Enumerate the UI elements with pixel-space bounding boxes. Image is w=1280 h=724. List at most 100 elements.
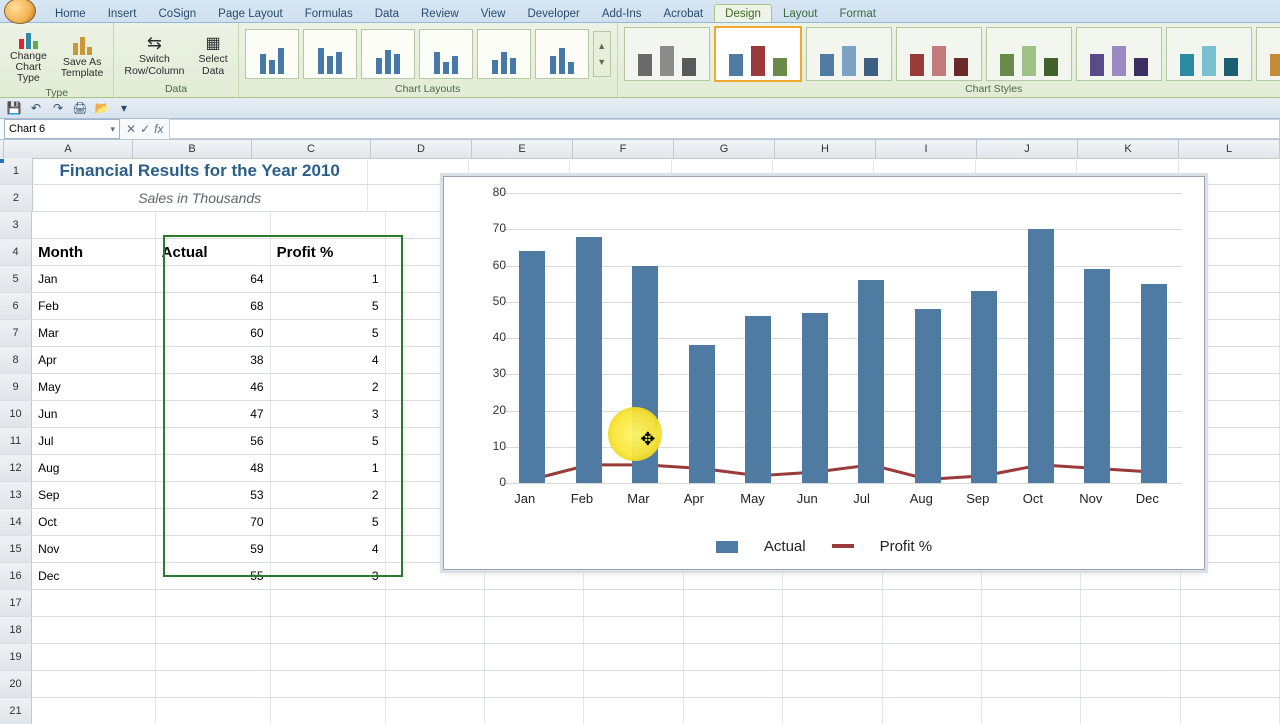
cell[interactable] <box>982 644 1081 670</box>
cell[interactable]: 5 <box>271 428 386 454</box>
cell[interactable] <box>783 644 882 670</box>
cell[interactable]: 1 <box>271 455 386 481</box>
tab-home[interactable]: Home <box>44 4 97 22</box>
column-header[interactable]: L <box>1179 140 1280 158</box>
cell[interactable] <box>883 644 982 670</box>
select-data-button[interactable]: ▦ SelectData <box>195 28 232 78</box>
cell[interactable]: 2 <box>271 482 386 508</box>
tab-view[interactable]: View <box>470 4 517 22</box>
chart-bar[interactable] <box>689 345 715 483</box>
cell[interactable] <box>271 617 386 643</box>
row-header[interactable]: 18 <box>0 617 32 643</box>
chart-bar[interactable] <box>915 309 941 483</box>
cell[interactable] <box>584 590 683 616</box>
chart-bar[interactable] <box>1141 284 1167 483</box>
cell[interactable] <box>883 617 982 643</box>
cell[interactable] <box>883 671 982 697</box>
row-header[interactable]: 17 <box>0 590 32 616</box>
column-header[interactable]: H <box>775 140 876 158</box>
chart-bar[interactable] <box>519 251 545 483</box>
cell[interactable]: 4 <box>271 347 386 373</box>
cell[interactable] <box>684 644 783 670</box>
chart-style-option[interactable] <box>1166 27 1252 81</box>
tab-review[interactable]: Review <box>410 4 470 22</box>
cell[interactable]: 48 <box>156 455 271 481</box>
cell[interactable]: 4 <box>271 536 386 562</box>
row-header[interactable]: 8 <box>0 347 32 373</box>
cell[interactable]: Aug <box>32 455 156 481</box>
chart-layout-option[interactable] <box>361 29 415 79</box>
cell[interactable] <box>1181 617 1280 643</box>
cell[interactable]: 47 <box>156 401 271 427</box>
chart-layout-option[interactable] <box>419 29 473 79</box>
row-header[interactable]: 6 <box>0 293 32 319</box>
cell[interactable] <box>1181 644 1280 670</box>
cell[interactable] <box>1081 644 1180 670</box>
enter-icon[interactable]: ✓ <box>140 122 150 136</box>
cell[interactable]: 64 <box>156 266 271 292</box>
tab-data[interactable]: Data <box>364 4 410 22</box>
row-header[interactable]: 7 <box>0 320 32 346</box>
tab-developer[interactable]: Developer <box>516 4 590 22</box>
cell[interactable] <box>1181 671 1280 697</box>
column-header[interactable]: K <box>1078 140 1179 158</box>
cell[interactable] <box>684 590 783 616</box>
tab-format[interactable]: Format <box>828 4 886 22</box>
column-header[interactable]: D <box>371 140 472 158</box>
cell[interactable] <box>271 644 386 670</box>
cell[interactable] <box>1081 698 1180 724</box>
column-header[interactable]: B <box>133 140 252 158</box>
cell[interactable]: 53 <box>156 482 271 508</box>
cell[interactable]: 60 <box>156 320 271 346</box>
row-header[interactable]: 9 <box>0 374 32 400</box>
row-header[interactable]: 11 <box>0 428 32 454</box>
name-box[interactable]: Chart 6▾ <box>4 119 120 139</box>
chart-style-option[interactable] <box>1076 27 1162 81</box>
qat-more-icon[interactable]: ▾ <box>116 100 132 116</box>
chart-style-option[interactable] <box>1256 27 1280 81</box>
cell[interactable]: Actual <box>156 239 271 265</box>
cell[interactable] <box>485 698 584 724</box>
switch-row-column-button[interactable]: ⇆ SwitchRow/Column <box>120 28 188 78</box>
cell[interactable]: Mar <box>32 320 156 346</box>
chart-layout-option[interactable] <box>303 29 357 79</box>
cell[interactable] <box>883 590 982 616</box>
cell[interactable] <box>783 590 882 616</box>
cell[interactable] <box>156 644 271 670</box>
cell[interactable] <box>684 671 783 697</box>
cell[interactable]: Nov <box>32 536 156 562</box>
print-preview-icon[interactable]: 🖨 <box>72 100 88 116</box>
office-button[interactable] <box>4 0 36 24</box>
column-header[interactable]: E <box>472 140 573 158</box>
cell[interactable]: 3 <box>271 401 386 427</box>
cell[interactable]: 59 <box>156 536 271 562</box>
cell[interactable] <box>156 617 271 643</box>
tab-acrobat[interactable]: Acrobat <box>653 4 715 22</box>
change-chart-type-button[interactable]: ChangeChart Type <box>6 25 51 86</box>
cell[interactable]: 68 <box>156 293 271 319</box>
column-header[interactable]: C <box>252 140 371 158</box>
cell[interactable] <box>156 698 271 724</box>
tab-layout[interactable]: Layout <box>772 4 829 22</box>
cell[interactable] <box>684 617 783 643</box>
chart-bar[interactable] <box>576 237 602 484</box>
cell[interactable]: Sep <box>32 482 156 508</box>
cell[interactable]: 56 <box>156 428 271 454</box>
cell[interactable] <box>982 698 1081 724</box>
cell[interactable]: Oct <box>32 509 156 535</box>
chart-legend[interactable]: Actual Profit % <box>444 538 1204 555</box>
cell[interactable]: Jun <box>32 401 156 427</box>
column-header[interactable]: J <box>977 140 1078 158</box>
chart-style-option[interactable] <box>896 27 982 81</box>
chart-layout-option[interactable] <box>535 29 589 79</box>
chart-bar[interactable] <box>971 291 997 483</box>
cell[interactable]: 3 <box>271 563 386 589</box>
cell[interactable] <box>386 590 485 616</box>
chart-layout-option[interactable] <box>477 29 531 79</box>
chart-style-option[interactable] <box>714 26 802 82</box>
cell[interactable] <box>386 698 485 724</box>
column-header[interactable]: I <box>876 140 977 158</box>
cell[interactable] <box>32 590 156 616</box>
cancel-icon[interactable]: ✕ <box>126 122 136 136</box>
cell[interactable] <box>271 212 386 238</box>
